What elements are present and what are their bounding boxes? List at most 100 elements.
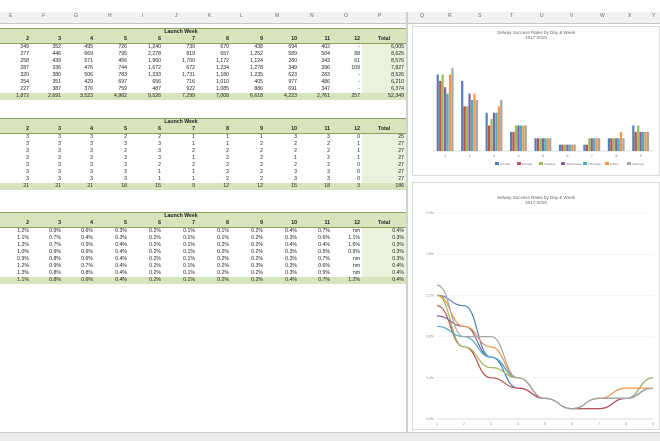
total-cell[interactable]: 186 — [362, 183, 407, 190]
table-cell[interactable]: 3 — [0, 176, 31, 183]
table-cell[interactable]: 2 — [163, 148, 197, 155]
table-cell[interactable]: 7,827 — [362, 65, 407, 72]
total-cell[interactable]: 18 — [95, 183, 129, 190]
table-cell[interactable]: 0.2% — [197, 242, 231, 249]
table-cell[interactable]: 0.7% — [31, 235, 63, 242]
table-cell[interactable]: 0.6% — [299, 235, 332, 242]
table-cell[interactable]: 0.3% — [265, 263, 299, 270]
table-cell[interactable]: nm — [332, 263, 362, 270]
table-cell[interactable]: 352 — [31, 44, 63, 52]
table-cell[interactable]: 3 — [31, 176, 63, 183]
table-cell[interactable]: 1.0% — [0, 249, 31, 256]
table-title[interactable]: Launch Week — [0, 118, 363, 126]
table-cell[interactable]: - — [332, 72, 362, 79]
table-cell[interactable]: 1,085 — [197, 86, 231, 93]
column-header-cell[interactable]: 4 — [63, 36, 95, 44]
table-cell[interactable]: 1.1% — [0, 235, 31, 242]
column-header-cell[interactable]: 3 — [31, 36, 63, 44]
table-cell[interactable]: 0.3% — [362, 235, 407, 242]
table-cell[interactable]: 0.4% — [362, 270, 407, 277]
table-cell[interactable]: 0.3% — [362, 249, 407, 256]
table-cell[interactable]: 0.2% — [231, 256, 265, 263]
column-letter[interactable]: G — [74, 13, 78, 19]
table-cell[interactable]: 280 — [265, 58, 299, 65]
column-letter[interactable]: H — [108, 13, 112, 19]
table-cell[interactable]: 1,731 — [163, 72, 197, 79]
table-cell[interactable]: 0.6% — [299, 263, 332, 270]
table-cell[interactable]: 1,233 — [129, 72, 163, 79]
table-cell[interactable]: 0.3% — [265, 249, 299, 256]
table-cell[interactable]: 3 — [95, 169, 129, 176]
table-cell[interactable]: 0 — [332, 162, 362, 169]
table-cell[interactable]: 277 — [0, 51, 31, 58]
column-header-cell[interactable]: 9 — [231, 126, 265, 134]
column-header-cell[interactable]: Total — [362, 220, 407, 228]
table-cell[interactable]: 0.9% — [0, 256, 31, 263]
table-cell[interactable]: 0.2% — [197, 263, 231, 270]
table-cell[interactable]: 0.8% — [31, 270, 63, 277]
table-cell[interactable]: 3 — [0, 155, 31, 162]
table-cell[interactable]: 2 — [231, 148, 265, 155]
table-cell[interactable]: 783 — [95, 72, 129, 79]
table-cell[interactable]: 2 — [231, 169, 265, 176]
table-cell[interactable]: 2,278 — [129, 51, 163, 58]
table-cell[interactable]: 0.1% — [163, 270, 197, 277]
table-cell[interactable]: 0.3% — [231, 263, 265, 270]
total-cell[interactable]: 15 — [265, 183, 299, 190]
table-cell[interactable]: 1 — [332, 141, 362, 148]
table-cell[interactable]: 61 — [332, 58, 362, 65]
table-cell[interactable]: - — [332, 86, 362, 93]
table-cell[interactable]: 623 — [265, 72, 299, 79]
table-cell[interactable]: 3 — [63, 169, 95, 176]
table-cell[interactable]: 1.2% — [0, 228, 31, 236]
table-cell[interactable]: 1 — [231, 134, 265, 142]
table-cell[interactable]: 476 — [63, 65, 95, 72]
table-cell[interactable]: 0.4% — [299, 242, 332, 249]
table-cell[interactable]: 1,672 — [129, 65, 163, 72]
total-cell[interactable]: 0.7% — [299, 277, 332, 284]
table-cell[interactable]: 0.2% — [197, 270, 231, 277]
column-header-cell[interactable]: 3 — [31, 220, 63, 228]
table-cell[interactable]: 1 — [163, 176, 197, 183]
table-cell[interactable]: 25 — [362, 133, 407, 141]
total-cell[interactable]: 4,962 — [95, 93, 129, 100]
table-cell[interactable]: 0.1% — [197, 228, 231, 236]
table-cell[interactable]: 1 — [332, 148, 362, 155]
column-header-cell[interactable]: 3 — [31, 126, 63, 134]
table-cell[interactable]: 1 — [197, 134, 231, 142]
total-cell[interactable]: 1.1% — [0, 277, 31, 284]
table-cell[interactable]: 3 — [31, 155, 63, 162]
table-cell[interactable]: 0.3% — [362, 256, 407, 263]
table-cell[interactable]: 2 — [265, 162, 299, 169]
table-cell[interactable]: 669 — [63, 51, 95, 58]
table-cell[interactable]: 2 — [299, 162, 332, 169]
total-cell[interactable]: 0.6% — [63, 277, 95, 284]
table-cell[interactable]: 3 — [0, 148, 31, 155]
column-letter[interactable]: R — [448, 13, 452, 19]
table-cell[interactable]: 1,010 — [197, 79, 231, 86]
table-cell[interactable]: 0.2% — [129, 256, 163, 263]
total-cell[interactable]: 7,299 — [163, 93, 197, 100]
table-cell[interactable]: 287 — [0, 65, 31, 72]
total-cell[interactable]: 21 — [63, 183, 95, 190]
table-cell[interactable]: 376 — [63, 86, 95, 93]
column-header-cell[interactable]: 2 — [0, 36, 31, 44]
table-cell[interactable]: 3 — [0, 141, 31, 148]
column-letter[interactable]: I — [142, 13, 143, 19]
table-cell[interactable]: 694 — [265, 44, 299, 52]
table-cell[interactable]: 0.4% — [63, 235, 95, 242]
table-cell[interactable]: 3 — [95, 141, 129, 148]
column-header-cell[interactable]: 5 — [95, 36, 129, 44]
total-cell[interactable]: 2,761 — [299, 93, 332, 100]
column-header-cell[interactable]: 4 — [63, 220, 95, 228]
table-cell[interactable]: 0.4% — [265, 242, 299, 249]
table-cell[interactable]: 6,210 — [362, 79, 407, 86]
table-cell[interactable]: - — [332, 44, 362, 52]
table-cell[interactable]: 0.1% — [163, 256, 197, 263]
column-header-cell[interactable]: 2 — [0, 126, 31, 134]
table-cell[interactable]: 27 — [362, 162, 407, 169]
table-cell[interactable]: 2 — [129, 162, 163, 169]
table-cell[interactable]: 0.3% — [265, 256, 299, 263]
line-chart[interactable]: Selway Success Rates by Day & Week 2017-… — [412, 182, 660, 430]
table-cell[interactable]: 1,252 — [231, 51, 265, 58]
